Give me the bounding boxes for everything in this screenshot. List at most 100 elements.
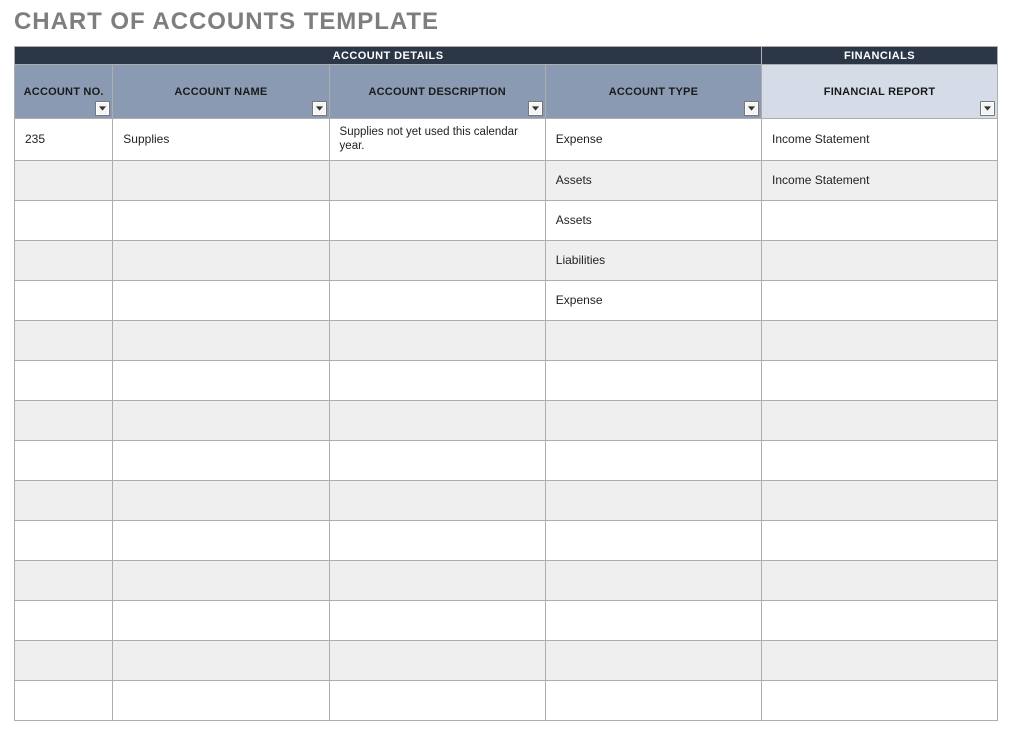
chevron-down-icon [99,106,106,111]
table-row [15,480,998,520]
chevron-down-icon [748,106,755,111]
cell-name[interactable] [113,160,329,200]
column-header-account-name: ACCOUNT NAME [113,65,329,119]
cell-desc[interactable] [329,160,545,200]
cell-name[interactable] [113,560,329,600]
cell-desc[interactable] [329,400,545,440]
cell-desc[interactable] [329,640,545,680]
cell-name[interactable] [113,640,329,680]
table-row [15,320,998,360]
cell-name[interactable] [113,320,329,360]
cell-desc[interactable] [329,440,545,480]
cell-desc[interactable] [329,520,545,560]
cell-name[interactable] [113,200,329,240]
cell-fin[interactable] [762,360,998,400]
cell-fin[interactable]: Income Statement [762,119,998,161]
cell-fin[interactable] [762,280,998,320]
cell-no[interactable] [15,320,113,360]
cell-fin[interactable] [762,400,998,440]
table-row [15,440,998,480]
cell-no[interactable]: 235 [15,119,113,161]
cell-fin[interactable] [762,640,998,680]
cell-type[interactable]: Assets [545,160,761,200]
cell-type[interactable] [545,520,761,560]
chevron-down-icon [316,106,323,111]
cell-fin[interactable] [762,440,998,480]
cell-type[interactable]: Assets [545,200,761,240]
cell-type[interactable]: Expense [545,280,761,320]
table-row [15,600,998,640]
filter-button-account-type[interactable] [744,101,759,116]
cell-desc[interactable] [329,200,545,240]
cell-no[interactable] [15,240,113,280]
cell-fin[interactable] [762,480,998,520]
cell-desc[interactable] [329,280,545,320]
table-row [15,400,998,440]
cell-desc[interactable] [329,560,545,600]
cell-type[interactable] [545,680,761,720]
cell-no[interactable] [15,360,113,400]
cell-no[interactable] [15,400,113,440]
column-header-label: FINANCIAL REPORT [824,86,935,98]
cell-no[interactable] [15,200,113,240]
cell-fin[interactable] [762,200,998,240]
cell-fin[interactable] [762,560,998,600]
cell-no[interactable] [15,160,113,200]
cell-desc[interactable] [329,680,545,720]
table-row: Assets [15,200,998,240]
cell-desc[interactable] [329,480,545,520]
table-row [15,360,998,400]
cell-type[interactable] [545,400,761,440]
cell-name[interactable] [113,440,329,480]
cell-desc[interactable] [329,360,545,400]
cell-fin[interactable] [762,320,998,360]
cell-type[interactable]: Expense [545,119,761,161]
cell-no[interactable] [15,480,113,520]
cell-name[interactable] [113,360,329,400]
cell-type[interactable] [545,560,761,600]
table-row: 235SuppliesSupplies not yet used this ca… [15,119,998,161]
cell-no[interactable] [15,640,113,680]
cell-type[interactable] [545,600,761,640]
cell-no[interactable] [15,280,113,320]
accounts-table: ACCOUNT DETAILS FINANCIALS ACCOUNT NO. A… [14,46,998,721]
cell-type[interactable] [545,440,761,480]
cell-name[interactable] [113,680,329,720]
cell-desc[interactable] [329,240,545,280]
cell-no[interactable] [15,560,113,600]
chevron-down-icon [532,106,539,111]
page-title: CHART OF ACCOUNTS TEMPLATE [14,8,998,36]
cell-fin[interactable] [762,680,998,720]
filter-button-financial-report[interactable] [980,101,995,116]
cell-name[interactable] [113,600,329,640]
cell-name[interactable] [113,520,329,560]
column-header-label: ACCOUNT TYPE [609,86,698,98]
cell-no[interactable] [15,600,113,640]
cell-type[interactable] [545,360,761,400]
filter-button-account-name[interactable] [312,101,327,116]
cell-desc[interactable] [329,600,545,640]
cell-fin[interactable] [762,240,998,280]
cell-fin[interactable] [762,600,998,640]
cell-type[interactable]: Liabilities [545,240,761,280]
cell-no[interactable] [15,520,113,560]
cell-type[interactable] [545,640,761,680]
cell-desc[interactable]: Supplies not yet used this calendar year… [329,119,545,161]
cell-type[interactable] [545,480,761,520]
column-header-financial-report: FINANCIAL REPORT [762,65,998,119]
cell-name[interactable] [113,480,329,520]
cell-type[interactable] [545,320,761,360]
cell-desc[interactable] [329,320,545,360]
cell-name[interactable]: Supplies [113,119,329,161]
table-row [15,560,998,600]
cell-no[interactable] [15,680,113,720]
cell-name[interactable] [113,240,329,280]
cell-fin[interactable]: Income Statement [762,160,998,200]
filter-button-account-description[interactable] [528,101,543,116]
super-header-financials: FINANCIALS [762,47,998,65]
cell-name[interactable] [113,280,329,320]
cell-no[interactable] [15,440,113,480]
cell-name[interactable] [113,400,329,440]
cell-fin[interactable] [762,520,998,560]
filter-button-account-no[interactable] [95,101,110,116]
